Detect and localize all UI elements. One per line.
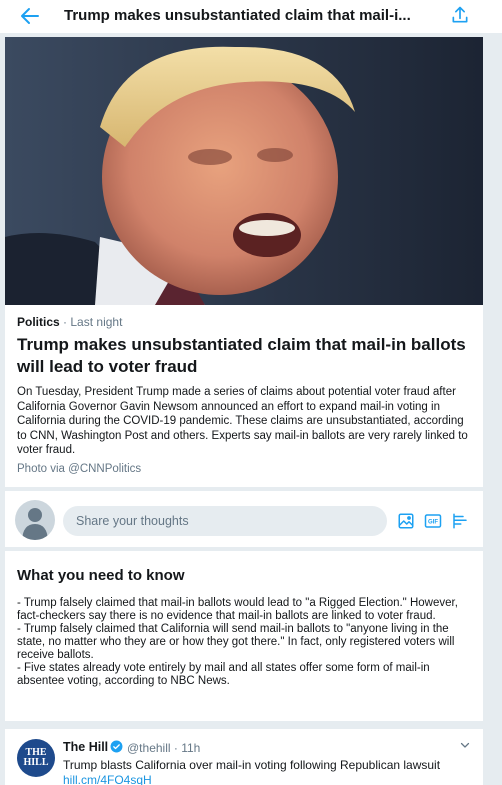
poll-icon[interactable]	[451, 512, 469, 530]
reply-composer: GIF	[5, 491, 483, 547]
avatar-placeholder-icon	[22, 508, 48, 540]
article-category[interactable]: Politics	[17, 315, 60, 329]
tweet-handle-time: @thehill · 11h	[127, 741, 201, 755]
gif-icon[interactable]: GIF	[424, 512, 442, 530]
image-icon[interactable]	[397, 512, 415, 530]
page-title: Trump makes unsubstantiated claim that m…	[64, 7, 411, 24]
back-arrow-icon[interactable]	[18, 4, 42, 28]
tweet-text: Trump blasts California over mail-in vot…	[63, 758, 441, 772]
svg-text:GIF: GIF	[428, 520, 438, 526]
top-bar: Trump makes unsubstantiated claim that m…	[0, 0, 502, 34]
chevron-down-icon[interactable]	[459, 739, 471, 751]
what-you-need-to-know: What you need to know - Trump falsely cl…	[5, 551, 483, 721]
list-item: - Five states already vote entirely by m…	[17, 662, 430, 687]
article-body: On Tuesday, President Trump made a serie…	[17, 386, 468, 456]
article-card: Politics · Last night Trump makes unsubs…	[5, 37, 483, 487]
tweet-author-name[interactable]: The Hill	[63, 740, 108, 754]
photo-credit: Photo via @CNNPolitics	[17, 463, 142, 475]
list-item: - Trump falsely claimed that mail-in bal…	[17, 597, 458, 622]
key-points-list: - Trump falsely claimed that mail-in bal…	[17, 597, 472, 688]
hero-image	[5, 37, 483, 305]
meta-separator: ·	[63, 315, 68, 329]
section-title: What you need to know	[17, 567, 185, 584]
article-time: Last night	[70, 315, 123, 329]
the-hill-avatar[interactable]: THE HILL	[17, 739, 55, 777]
article-title: Trump makes unsubstantiated claim that m…	[17, 335, 466, 376]
verified-icon	[110, 740, 123, 753]
avatar[interactable]	[15, 500, 55, 540]
tweet-link[interactable]: hill.cm/4FO4sqH	[63, 773, 152, 785]
share-thoughts-input[interactable]	[63, 506, 387, 536]
article-meta: Politics · Last night	[17, 315, 122, 329]
logo-text: HILL	[23, 757, 49, 768]
share-icon[interactable]	[450, 5, 470, 25]
tweet[interactable]: THE HILL The Hill @thehill · 11h Trump b…	[5, 729, 483, 785]
list-item: - Trump falsely claimed that California …	[17, 623, 455, 661]
